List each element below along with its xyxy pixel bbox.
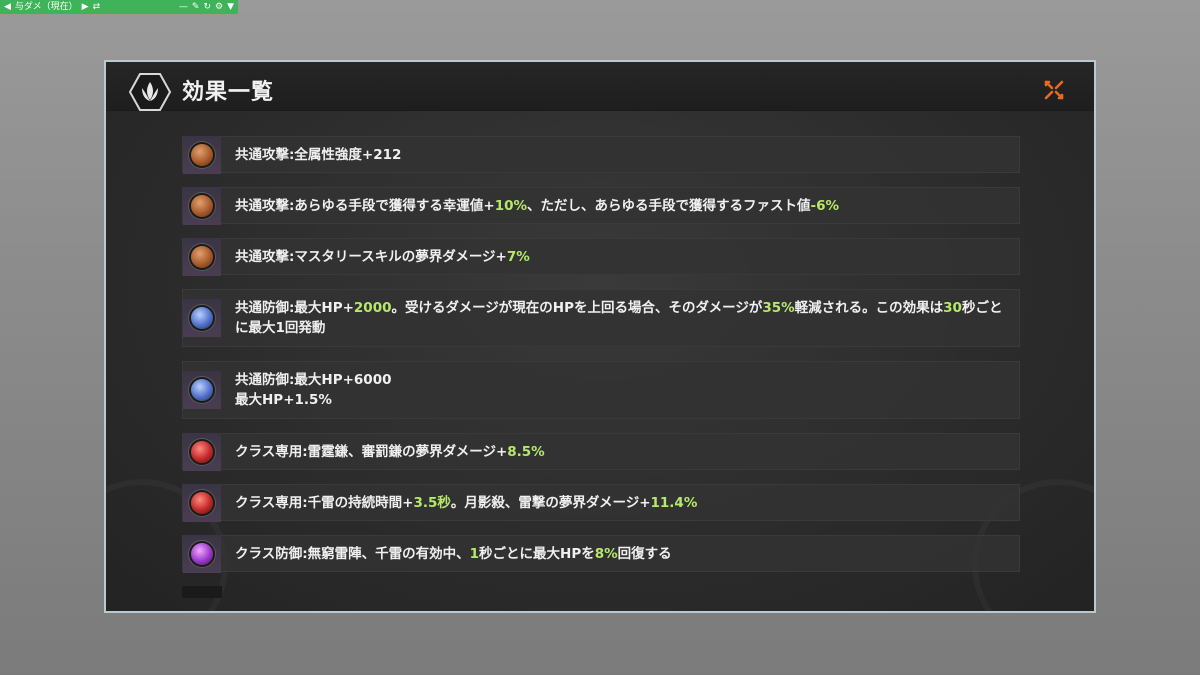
effect-icon-frame: [183, 483, 221, 522]
effect-value: 35%: [762, 300, 795, 316]
effect-icon-frame: [183, 135, 221, 174]
effect-text: クラス防御:無窮雷陣、千雷の有効中、1秒ごとに最大HPを8%回復する: [235, 544, 684, 564]
effect-text: 共通防御:最大HP+6000 最大HP+1.5%: [235, 370, 403, 410]
effect-text: 共通攻撃:あらゆる手段で獲得する幸運値+10%、ただし、あらゆる手段で獲得するフ…: [235, 196, 851, 216]
effect-text-part: 共通防御:最大HP+: [235, 300, 354, 316]
effect-text: クラス専用:雷霆鎌、審罰鎌の夢界ダメージ+8.5%: [235, 442, 557, 462]
effect-text-part: クラス専用:雷霆鎌、審罰鎌の夢界ダメージ+: [235, 443, 508, 460]
effect-value: 1: [469, 545, 480, 562]
effect-icon-frame: [183, 299, 221, 337]
next-arrow-icon[interactable]: ▶: [82, 0, 89, 14]
blue-orb-icon: [191, 307, 213, 329]
effect-text-part: 、ただし、あらゆる手段で獲得するファスト値: [527, 197, 811, 214]
effect-text-part: 共通防御:最大HP+6000: [235, 372, 392, 388]
effect-value: 8.5%: [507, 443, 545, 460]
effects-list: 共通攻撃:全属性強度+212 共通攻撃:あらゆる手段で獲得する幸運値+10%、ただ…: [182, 135, 1020, 586]
effect-text-part: 。月影殺、雷撃の夢界ダメージ+: [450, 494, 651, 511]
effect-row: 共通攻撃:あらゆる手段で獲得する幸運値+10%、ただし、あらゆる手段で獲得するフ…: [182, 186, 1020, 225]
red-orb-icon: [191, 440, 213, 463]
list-item-partial: [182, 586, 222, 598]
effect-text: クラス専用:千雷の持続時間+3.5秒。月影殺、雷撃の夢界ダメージ+11.4%: [235, 493, 709, 513]
close-icon[interactable]: [1042, 78, 1066, 102]
effect-text-part: 秒ごとに最大HPを: [479, 545, 595, 562]
effect-text-part: 軽減される。この効果は: [794, 300, 944, 316]
dialog-header: 効果一覧: [106, 62, 1094, 111]
effect-icon-frame: [183, 534, 221, 573]
overlay-toolbar: ◀ 与ダメ（現在） ▶ ⇄ — ✎ ↻ ⚙ ▼: [0, 0, 238, 14]
effect-value: 3.5秒: [413, 494, 451, 511]
effect-text-part: 共通攻撃:あらゆる手段で獲得する幸運値+: [235, 197, 495, 214]
effect-text-part: 共通攻撃:マスタリースキルの夢界ダメージ+: [235, 248, 507, 265]
effect-text: 共通攻撃:マスタリースキルの夢界ダメージ+7%: [235, 247, 542, 267]
settings-icon[interactable]: ⚙: [215, 0, 223, 14]
effect-icon-frame: [183, 371, 221, 409]
swap-icon[interactable]: ⇄: [93, 0, 101, 14]
effect-value: 10%: [494, 197, 528, 214]
effects-dialog: 効果一覧 共通攻撃:全属性強度+212 共通攻撃:あらゆる手段で獲得する幸運値+1…: [104, 60, 1096, 613]
purple-orb-icon: [191, 542, 213, 565]
lotus-hex-icon: [128, 73, 172, 111]
effect-row: クラス専用:千雷の持続時間+3.5秒。月影殺、雷撃の夢界ダメージ+11.4%: [182, 483, 1020, 522]
effect-text-part: 共通攻撃:全属性強度+212: [235, 146, 402, 163]
effect-text-part: 最大HP+1.5%: [235, 392, 332, 408]
effect-value: -6%: [810, 197, 840, 214]
effect-row: クラス防御:無窮雷陣、千雷の有効中、1秒ごとに最大HPを8%回復する: [182, 534, 1020, 573]
refresh-icon[interactable]: ↻: [203, 0, 211, 14]
orange-orb-icon: [191, 143, 213, 166]
effect-row: 共通防御:最大HP+6000 最大HP+1.5%: [182, 361, 1020, 419]
effect-icon-frame: [183, 237, 221, 276]
prev-arrow-icon[interactable]: ◀: [4, 0, 11, 14]
effect-row: 共通攻撃:全属性強度+212: [182, 135, 1020, 174]
orange-orb-icon: [191, 194, 213, 217]
effect-text-part: 。受けるダメージが現在のHPを上回る場合、そのダメージが: [391, 300, 763, 316]
effect-value: 7%: [506, 248, 530, 265]
effect-value: 2000: [353, 300, 392, 316]
minimize-icon[interactable]: —: [179, 0, 188, 14]
effect-text-part: 回復する: [617, 545, 672, 562]
orange-orb-icon: [191, 245, 213, 268]
dropdown-icon[interactable]: ▼: [227, 0, 234, 14]
dialog-title: 効果一覧: [182, 80, 275, 105]
pin-icon[interactable]: ✎: [192, 0, 200, 14]
blue-orb-icon: [191, 379, 213, 401]
effect-value: 8%: [594, 545, 618, 562]
red-orb-icon: [191, 491, 213, 514]
effect-value: 11.4%: [650, 494, 698, 511]
effect-icon-frame: [183, 186, 221, 225]
effect-text-part: クラス専用:千雷の持続時間+: [235, 494, 414, 511]
effect-text: 共通防御:最大HP+2000。受けるダメージが現在のHPを上回る場合、そのダメー…: [235, 298, 1019, 338]
effect-text-part: クラス防御:無窮雷陣、千雷の有効中、: [235, 545, 470, 562]
overlay-label: 与ダメ（現在）: [14, 2, 78, 12]
effect-icon-frame: [183, 432, 221, 471]
effect-row: 共通防御:最大HP+2000。受けるダメージが現在のHPを上回る場合、そのダメー…: [182, 289, 1020, 347]
effect-row: クラス専用:雷霆鎌、審罰鎌の夢界ダメージ+8.5%: [182, 432, 1020, 471]
effect-row: 共通攻撃:マスタリースキルの夢界ダメージ+7%: [182, 237, 1020, 276]
effect-value: 30: [943, 300, 962, 316]
effect-text: 共通攻撃:全属性強度+212: [235, 145, 413, 165]
